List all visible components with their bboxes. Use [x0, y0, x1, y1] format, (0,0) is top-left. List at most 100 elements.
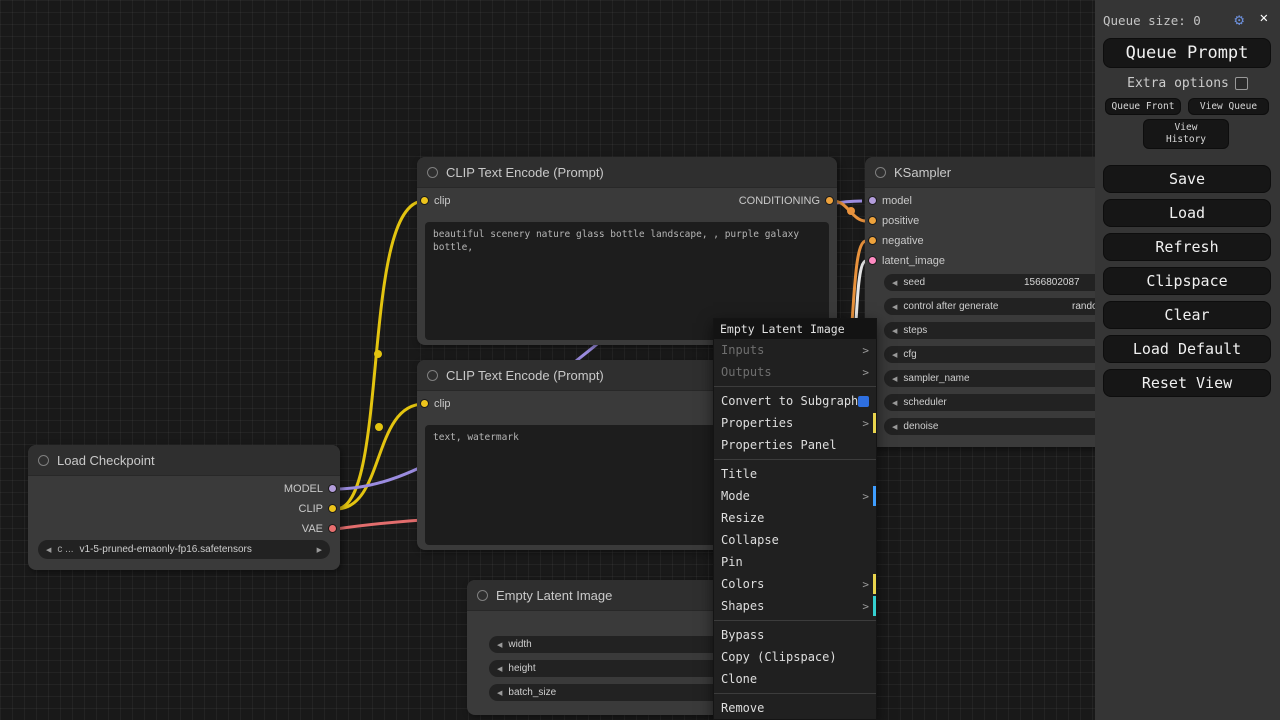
context-menu-title: Empty Latent Image	[714, 319, 876, 339]
collapse-dot[interactable]	[427, 369, 438, 381]
input-slot-latent-image[interactable]	[868, 256, 877, 265]
node-title: Load Checkpoint	[57, 452, 155, 468]
extra-options-checkbox[interactable]	[1234, 77, 1248, 90]
close-icon[interactable]: ✕	[1260, 10, 1268, 26]
queue-prompt-button[interactable]: Queue Prompt	[1103, 38, 1271, 68]
clear-button[interactable]: Clear	[1103, 301, 1271, 329]
view-queue-button[interactable]: View Queue	[1188, 98, 1269, 115]
view-history-button[interactable]: View History	[1143, 119, 1229, 149]
decrement-arrow-icon[interactable]: ◀	[497, 641, 502, 649]
widget-label: c ...	[57, 544, 74, 555]
widget-label: sampler_name	[903, 373, 970, 384]
menu-item-colors[interactable]: Colors >	[714, 573, 876, 595]
reset-view-button[interactable]: Reset View	[1103, 369, 1271, 397]
menu-item-inputs[interactable]: Inputs >	[714, 339, 876, 361]
menu-item-label: Clone	[721, 672, 758, 686]
widget-value: 1566802087	[1024, 277, 1080, 288]
load-button[interactable]: Load	[1103, 199, 1271, 227]
menu-item-copy-clipspace[interactable]: Copy (Clipspace)	[714, 646, 876, 668]
node-title: KSampler	[894, 164, 952, 180]
widget-label: steps	[903, 325, 928, 336]
next-option-arrow-icon[interactable]: ▶	[317, 546, 322, 554]
menu-item-remove[interactable]: Remove	[714, 697, 876, 719]
slot-label-clip: CLIP	[298, 503, 323, 515]
clipspace-button[interactable]: Clipspace	[1103, 267, 1271, 295]
collapse-dot[interactable]	[875, 166, 886, 178]
menu-item-label: Bypass	[721, 628, 765, 642]
menu-item-label: Pin	[721, 555, 743, 569]
submenu-accent-bar	[873, 413, 876, 433]
input-slot-positive[interactable]	[868, 216, 877, 225]
menu-item-shapes[interactable]: Shapes >	[714, 595, 876, 617]
decrement-arrow-icon[interactable]: ◀	[497, 665, 502, 673]
menu-item-label: Properties Panel	[721, 438, 837, 452]
menu-item-label: Collapse	[721, 533, 779, 547]
subgraph-badge-icon	[858, 395, 869, 407]
node-title: Empty Latent Image	[496, 587, 613, 603]
comfyui-menu-panel: Queue size: 0 ⚙ ✕ Queue Prompt Extra opt…	[1095, 0, 1280, 720]
menu-item-title[interactable]: Title	[714, 463, 876, 485]
output-slot-clip[interactable]	[328, 504, 337, 513]
output-slot-vae[interactable]	[328, 524, 337, 533]
input-slot-model[interactable]	[868, 196, 877, 205]
input-slot-clip[interactable]	[420, 399, 429, 408]
output-slot-model[interactable]	[328, 484, 337, 493]
menu-item-collapse[interactable]: Collapse	[714, 529, 876, 551]
decrement-arrow-icon[interactable]: ◀	[892, 279, 897, 287]
node-title: CLIP Text Encode (Prompt)	[446, 164, 604, 180]
menu-item-properties-panel[interactable]: Properties Panel	[714, 434, 876, 456]
submenu-accent-bar	[873, 596, 876, 616]
widget-ckpt-name[interactable]: ◀ c ... v1-5-pruned-emaonly-fp16.safeten…	[38, 540, 330, 559]
menu-item-label: Shapes	[721, 599, 765, 613]
chevron-right-icon: >	[862, 416, 869, 430]
node-clip-text-encode-1[interactable]: CLIP Text Encode (Prompt) clip CONDITION…	[417, 157, 837, 345]
decrement-arrow-icon[interactable]: ◀	[892, 327, 897, 335]
slot-label-positive: positive	[882, 215, 920, 227]
save-button[interactable]: Save	[1103, 165, 1271, 193]
chevron-right-icon: >	[862, 489, 869, 503]
input-slot-clip[interactable]	[420, 196, 429, 205]
menu-item-pin[interactable]: Pin	[714, 551, 876, 573]
menu-item-label: Resize	[721, 511, 765, 525]
queue-front-button[interactable]: Queue Front	[1105, 98, 1181, 115]
menu-item-properties[interactable]: Properties >	[714, 412, 876, 434]
menu-item-label: Copy (Clipspace)	[721, 650, 837, 664]
node-header[interactable]: Load Checkpoint	[28, 445, 340, 476]
settings-gear-icon[interactable]: ⚙	[1234, 10, 1244, 29]
slot-label-model: MODEL	[283, 483, 323, 495]
refresh-button[interactable]: Refresh	[1103, 233, 1271, 261]
decrement-arrow-icon[interactable]: ◀	[892, 303, 897, 311]
load-default-button[interactable]: Load Default	[1103, 335, 1271, 363]
widget-label: control after generate	[903, 301, 999, 312]
node-header[interactable]: CLIP Text Encode (Prompt)	[417, 157, 837, 188]
collapse-dot[interactable]	[38, 454, 49, 466]
decrement-arrow-icon[interactable]: ◀	[892, 375, 897, 383]
menu-item-convert-to-subgraph[interactable]: Convert to Subgraph	[714, 390, 876, 412]
input-slot-negative[interactable]	[868, 236, 877, 245]
decrement-arrow-icon[interactable]: ◀	[497, 689, 502, 697]
chevron-right-icon: >	[862, 599, 869, 613]
menu-item-clone[interactable]: Clone	[714, 668, 876, 690]
menu-item-label: Colors	[721, 577, 765, 591]
output-slot-conditioning[interactable]	[825, 196, 834, 205]
menu-item-bypass[interactable]: Bypass	[714, 624, 876, 646]
slot-label-negative: negative	[882, 235, 924, 247]
prev-option-arrow-icon[interactable]: ◀	[46, 546, 51, 554]
collapse-dot[interactable]	[427, 166, 438, 178]
node-load-checkpoint[interactable]: Load Checkpoint MODEL CLIP VAE ◀ c ... v…	[28, 445, 340, 570]
menu-item-label: Title	[721, 467, 758, 481]
menu-separator	[714, 386, 876, 387]
menu-item-mode[interactable]: Mode >	[714, 485, 876, 507]
decrement-arrow-icon[interactable]: ◀	[892, 351, 897, 359]
widget-label: seed	[903, 277, 926, 288]
node-title: CLIP Text Encode (Prompt)	[446, 367, 604, 383]
decrement-arrow-icon[interactable]: ◀	[892, 423, 897, 431]
decrement-arrow-icon[interactable]: ◀	[892, 399, 897, 407]
menu-item-resize[interactable]: Resize	[714, 507, 876, 529]
menu-item-label: Inputs	[721, 343, 765, 357]
menu-item-label: Remove	[721, 701, 765, 715]
widget-label: batch_size	[508, 687, 557, 698]
slot-label-clip: clip	[434, 195, 451, 207]
menu-item-outputs[interactable]: Outputs >	[714, 361, 876, 383]
collapse-dot[interactable]	[477, 589, 488, 601]
